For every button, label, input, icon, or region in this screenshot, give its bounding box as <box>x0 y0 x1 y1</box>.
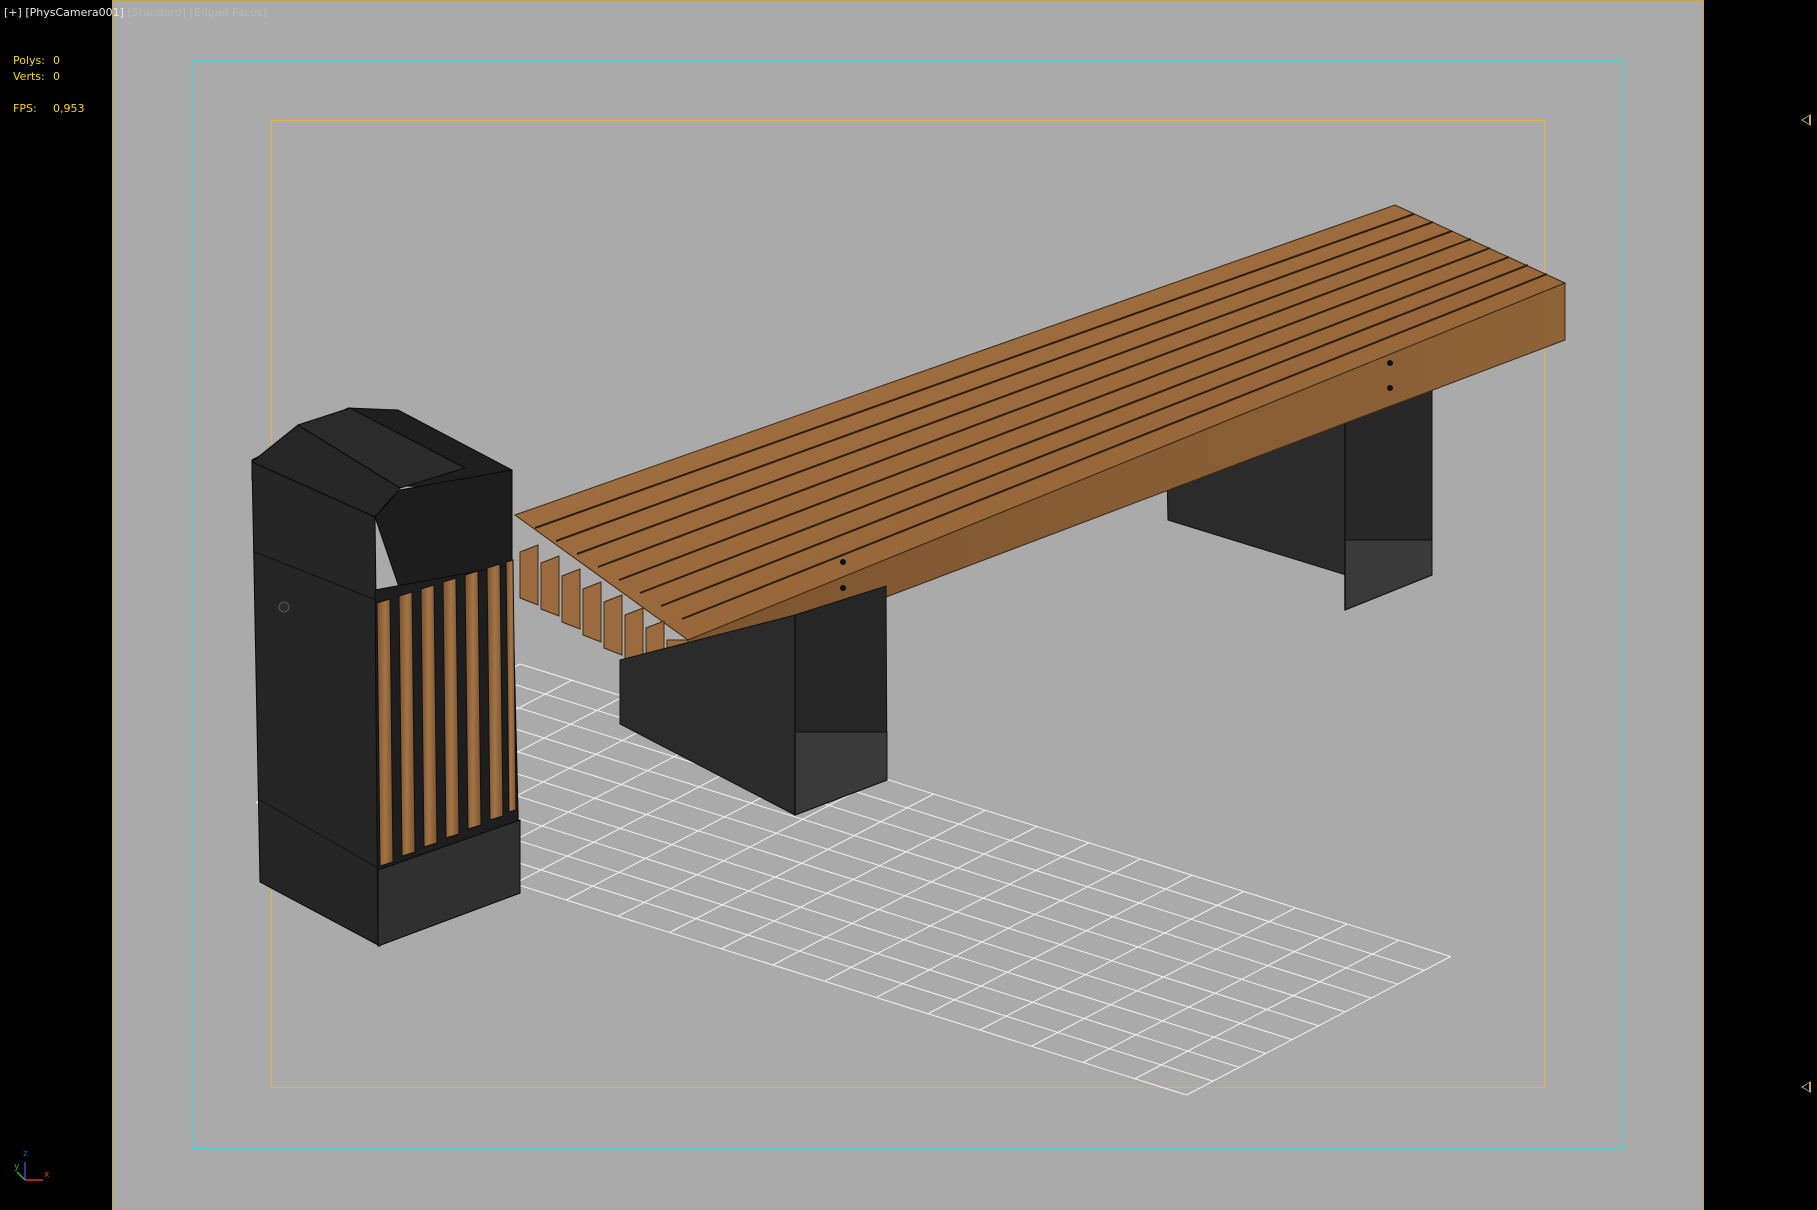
viewport-mode-menu[interactable]: [Edged Faces] <box>190 6 267 19</box>
axis-y-label: y <box>14 1162 20 1172</box>
viewport-canvas[interactable] <box>0 0 1817 1210</box>
viewport[interactable]: [+] [PhysCamera001] [Standard] [Edged Fa… <box>0 0 1817 1210</box>
safe-frame-marker-icon <box>1801 114 1811 126</box>
viewport-shading-menu[interactable]: [Standard] <box>127 6 186 19</box>
stats-polys: Polys: 0 <box>13 54 60 67</box>
trash-bin-model[interactable] <box>251 407 521 947</box>
safe-frame-marker-icon <box>1801 1081 1811 1093</box>
trash-bin-lock <box>278 601 290 613</box>
stats-verts: Verts: 0 <box>13 70 60 83</box>
viewport-general-menu[interactable]: [+] <box>4 6 22 19</box>
viewport-label-menu[interactable]: [+] [PhysCamera001] [Standard] [Edged Fa… <box>4 6 267 19</box>
axis-x-label: x <box>44 1170 50 1180</box>
stats-fps: FPS: 0,953 <box>13 102 85 115</box>
viewport-camera-menu[interactable]: [PhysCamera001] <box>25 6 124 19</box>
axis-z-label: z <box>23 1149 28 1159</box>
axis-tripod-icon <box>16 1162 43 1181</box>
